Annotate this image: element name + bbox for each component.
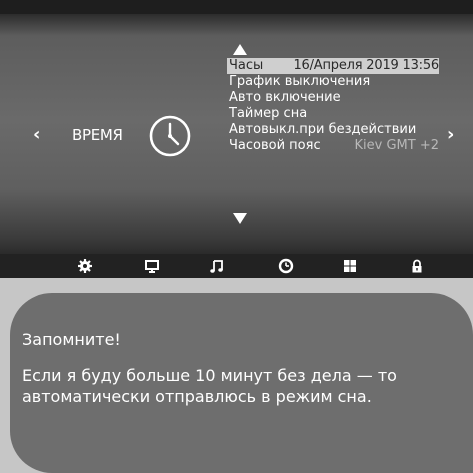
menu-item-value: Kiev GMT +2 [354,138,440,153]
menu-item-auto-off-idle[interactable]: Автовыкл.при бездействии [229,122,439,138]
lock-icon[interactable] [409,258,425,274]
monitor-icon[interactable] [144,258,160,274]
menu-item-value: 16/Апреля 2019 13:56 [293,58,439,73]
menu-item-clock[interactable]: Часы 16/Апреля 2019 13:56 [227,58,439,74]
menu-item-auto-on[interactable]: Авто включение [229,90,439,106]
music-note-icon[interactable] [209,258,225,274]
menu-item-label: Автовыкл.при бездействии [229,122,417,137]
menu-item-shutdown-schedule[interactable]: График выключения [229,74,439,90]
top-band [0,0,473,14]
section-title: ВРЕМЯ [72,126,123,144]
clock-icon [149,115,191,157]
category-icon-bar [0,254,473,278]
menu-item-label: Таймер сна [229,106,308,121]
scroll-down-arrow-icon[interactable] [233,213,247,224]
menu-item-label: Часовой пояс [229,138,321,153]
left-arrow-icon[interactable]: ‹ [33,124,40,145]
note-text: Если я буду больше 10 минут без дела — т… [22,366,397,406]
gear-icon[interactable] [77,258,93,274]
menu-item-timezone[interactable]: Часовой пояс Kiev GMT +2 [229,138,439,154]
scroll-up-arrow-icon[interactable] [233,44,247,55]
right-arrow-icon[interactable]: › [447,124,454,145]
grid-icon[interactable] [342,258,358,274]
menu-item-label: Авто включение [229,90,341,105]
tv-settings-screen: ‹ ВРЕМЯ Часы 16/Апреля 2019 13:56 График… [0,0,473,278]
menu-item-label: Часы [229,58,264,73]
note-title: Запомните! [22,330,121,349]
menu-item-label: График выключения [229,74,371,89]
menu-item-sleep-timer[interactable]: Таймер сна [229,106,439,122]
time-menu: Часы 16/Апреля 2019 13:56 График выключе… [227,58,439,154]
clock-icon[interactable] [278,258,294,274]
